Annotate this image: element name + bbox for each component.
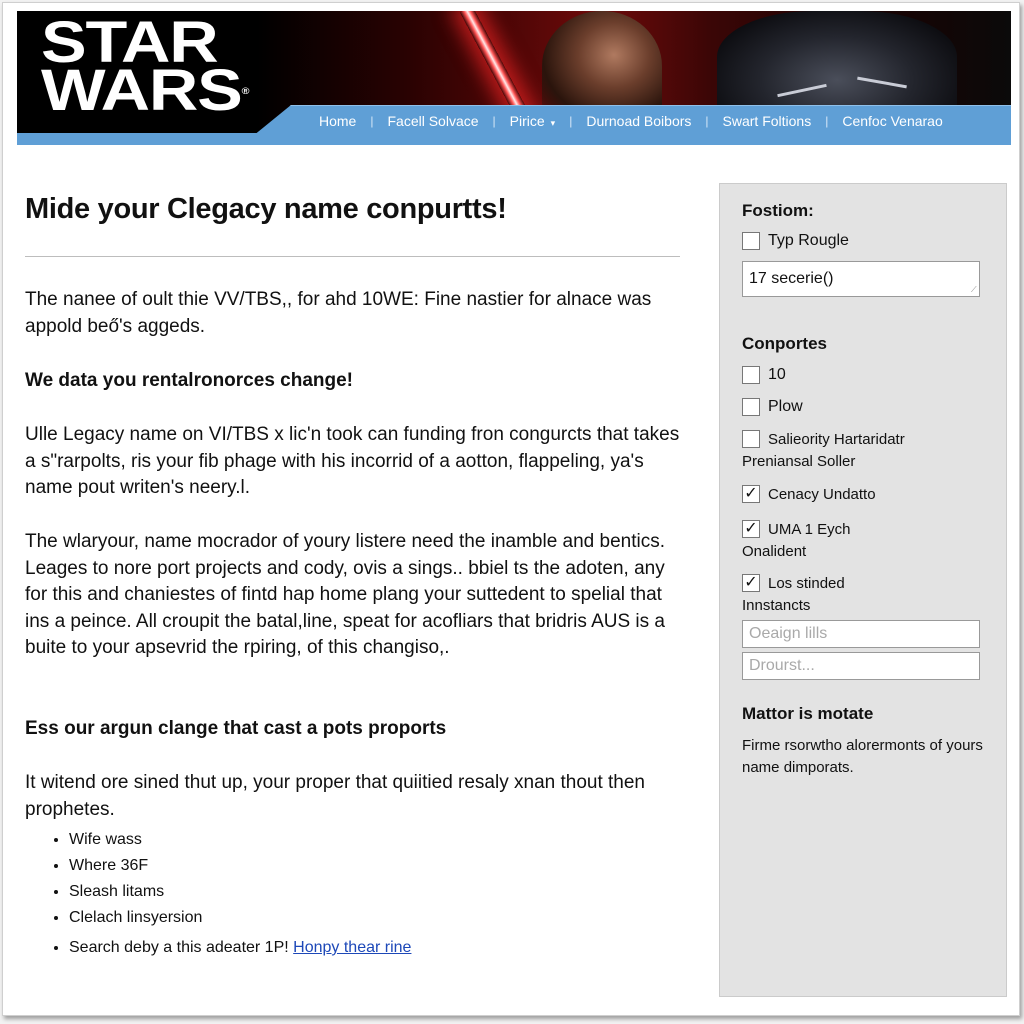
checkbox-sublabel: Onalident xyxy=(742,543,807,560)
checkbox-label: Cenacy Undatto xyxy=(768,485,876,503)
checkbox-label: UMA 1 Eych xyxy=(768,520,851,538)
sidebar-section-title-fostiom: Fostiom: xyxy=(742,201,814,220)
section-heading-1: We data you rentalronorces change! xyxy=(25,370,354,391)
page-title: Mide your Clegacy name conpurtts! xyxy=(25,193,507,225)
sidebar-section-title-conportes: Conportes xyxy=(742,334,827,353)
list-item-text: Search deby a this adeater 1P! xyxy=(69,939,289,956)
nav-pirice-dropdown[interactable]: Pirice ▾ xyxy=(496,113,570,129)
registered-mark: ® xyxy=(241,86,250,96)
checkbox-box-checked[interactable]: ✓ xyxy=(742,520,760,538)
checkmark-icon: ✓ xyxy=(744,574,758,591)
main-nav: Home | Facell Solvace | Pirice ▾ | Durnoa… xyxy=(253,105,1011,136)
main-content: Mide your Clegacy name conpurtts! The na… xyxy=(25,193,685,820)
checkbox-uma-1-eych[interactable]: ✓ UMA 1 Eych xyxy=(742,520,851,538)
list-item-link[interactable]: Honpy thear rine xyxy=(293,939,411,956)
checkbox-plow[interactable]: Plow xyxy=(742,398,803,416)
bullet-list: Wife wass Where 36F Sleash litams Clelac… xyxy=(43,827,411,961)
intro-paragraph: The nanee of oult thie VV/TBS,, for ahd … xyxy=(25,289,652,337)
nav-home[interactable]: Home xyxy=(305,113,370,129)
checkbox-label: Typ Rougle xyxy=(768,232,849,249)
nav-facell-solvace[interactable]: Facell Solvace xyxy=(373,113,492,129)
list-item: Sleash litams xyxy=(69,879,411,905)
drourst-input[interactable] xyxy=(742,652,980,680)
checkmark-icon: ✓ xyxy=(744,485,758,502)
checkbox-typ-rougle[interactable]: Typ Rougle xyxy=(742,232,849,250)
oeaign-lills-input[interactable] xyxy=(742,620,980,648)
sidebar-section-title-mattor: Mattor is motate xyxy=(742,704,874,723)
site-header: STAR WARS® Home | Facell Solvace | Piric… xyxy=(17,11,1011,145)
checkbox-salieority[interactable]: Salieority Hartaridatr xyxy=(742,430,905,448)
checkbox-10[interactable]: 10 xyxy=(742,366,786,384)
checkbox-sublabel: Preniansal Soller xyxy=(742,453,856,470)
checkbox-box-checked[interactable]: ✓ xyxy=(742,574,760,592)
sidebar: Fostiom: Typ Rougle ⟋ Conportes 10 Plow … xyxy=(719,183,1007,997)
chevron-down-icon: ▾ xyxy=(550,118,556,128)
divider xyxy=(25,256,680,257)
checkbox-box[interactable] xyxy=(742,232,760,250)
checkbox-label: 10 xyxy=(768,366,786,383)
paragraph-2: The wlaryour, name mocrador of youry lis… xyxy=(25,531,665,658)
hero-character-woman xyxy=(542,11,662,121)
list-item: Search deby a this adeater 1P! Honpy the… xyxy=(69,935,411,961)
sidebar-description: Firme rsorwtho alorermonts of yours name… xyxy=(742,737,983,776)
list-item: Where 36F xyxy=(69,853,411,879)
page: STAR WARS® Home | Facell Solvace | Piric… xyxy=(2,2,1020,1016)
nav-cenfoc-venarao[interactable]: Cenfoc Venarao xyxy=(828,113,956,129)
paragraph-3: It witend ore sined thut up, your proper… xyxy=(25,772,645,820)
list-item: Clelach linsyersion xyxy=(69,905,411,931)
checkbox-label: Plow xyxy=(768,398,803,415)
checkbox-box-checked[interactable]: ✓ xyxy=(742,485,760,503)
logo-line-2: WARS® xyxy=(41,58,250,123)
checkbox-label: Salieority Hartaridatr xyxy=(768,430,905,448)
checkbox-label: Los stinded xyxy=(768,574,845,592)
star-wars-logo[interactable]: STAR WARS® xyxy=(41,14,250,123)
paragraph-1: Ulle Legacy name on VI/TBS x lic'n took … xyxy=(25,424,680,498)
list-item: Wife wass xyxy=(69,827,411,853)
section-heading-2: Ess our argun clange that cast a pots pr… xyxy=(25,718,447,739)
checkbox-cenacy-undatto[interactable]: ✓ Cenacy Undatto xyxy=(742,485,876,503)
nav-pirice-label: Pirice xyxy=(509,113,545,129)
nav-swart-foltions[interactable]: Swart Foltions xyxy=(709,113,826,129)
checkmark-icon: ✓ xyxy=(744,520,758,537)
fostiom-input[interactable] xyxy=(742,261,980,297)
checkbox-box[interactable] xyxy=(742,430,760,448)
checkbox-box[interactable] xyxy=(742,366,760,384)
checkbox-sublabel: Innstancts xyxy=(742,597,811,614)
checkbox-los-stinded[interactable]: ✓ Los stinded xyxy=(742,574,845,592)
nav-durnoad-boibors[interactable]: Durnoad Boibors xyxy=(572,113,705,129)
resize-grip-icon[interactable]: ⟋ xyxy=(971,285,1003,295)
checkbox-box[interactable] xyxy=(742,398,760,416)
